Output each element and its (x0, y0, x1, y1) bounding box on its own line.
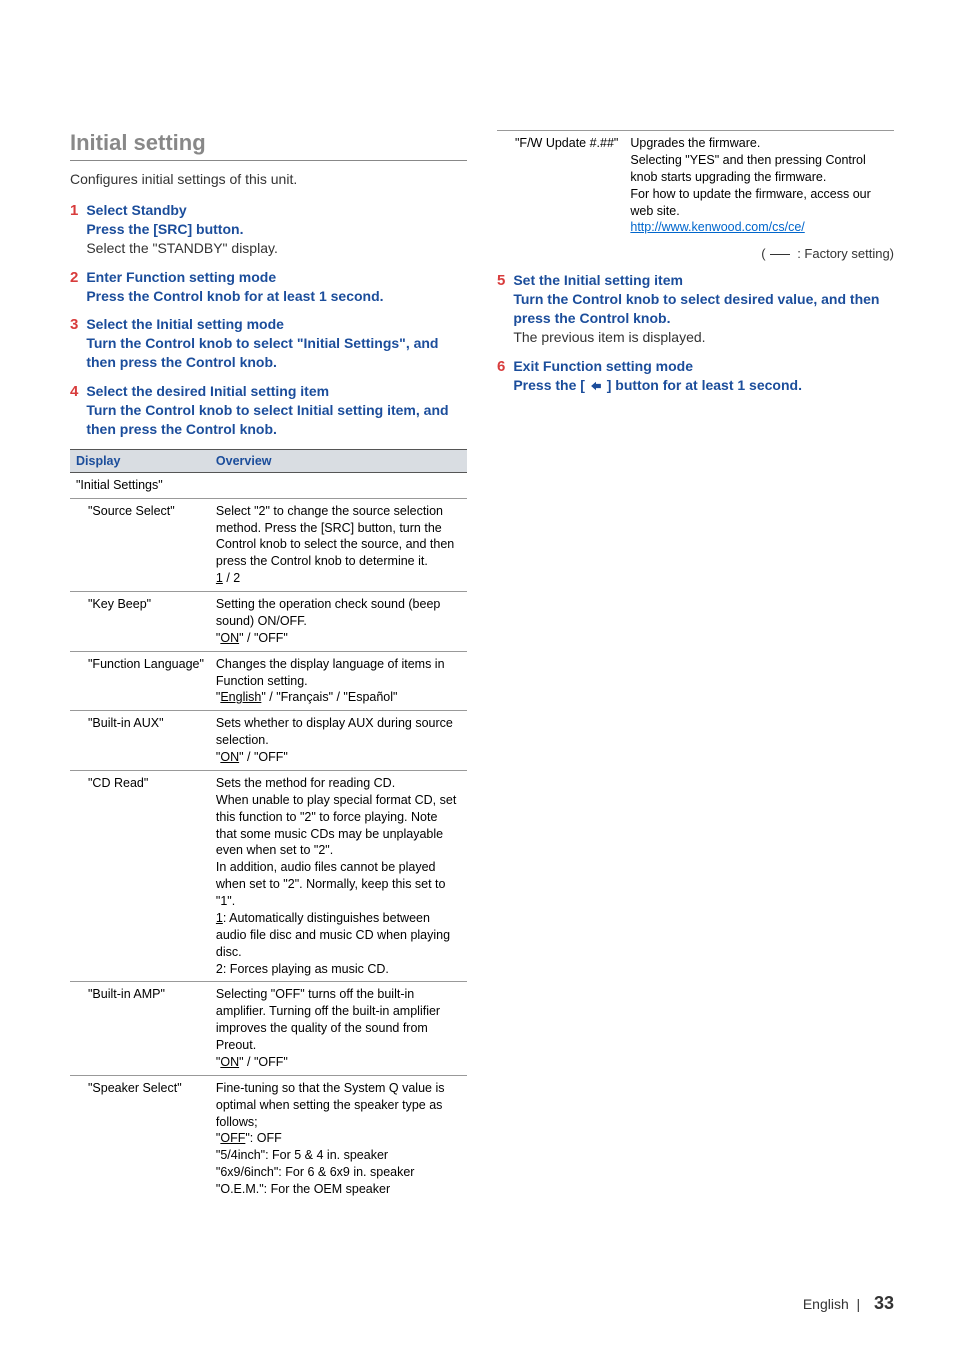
step-number: 4 (70, 382, 78, 439)
step-number: 1 (70, 201, 78, 258)
setting-name: "Built-in AMP" (70, 982, 210, 1075)
step-title: Select Standby (86, 201, 467, 220)
setting-overview: Setting the operation check sound (beep … (210, 592, 467, 652)
factory-setting-note: ( : Factory setting) (497, 246, 894, 261)
step-number: 3 (70, 315, 78, 372)
step-4: 4 Select the desired Initial setting ite… (70, 382, 467, 439)
table-row: "Function Language"Changes the display l… (70, 651, 467, 711)
footer-sep: | (857, 1296, 861, 1312)
step-plain: Select the "STANDBY" display. (86, 239, 467, 258)
setting-overview: Select "2" to change the source selectio… (210, 498, 467, 591)
setting-name: "Speaker Select" (70, 1075, 210, 1202)
th-display: Display (70, 449, 210, 472)
table-row: "Initial Settings" (70, 472, 467, 498)
step-2: 2 Enter Function setting mode Press the … (70, 268, 467, 306)
step-number: 6 (497, 357, 505, 395)
step-title: Select the desired Initial setting item (86, 382, 467, 401)
step-sub: Turn the Control knob to select Initial … (86, 401, 467, 439)
setting-overview (210, 472, 467, 498)
setting-overview: Changes the display language of items in… (210, 651, 467, 711)
setting-name: "F/W Update #.##" (497, 131, 624, 241)
step-number: 2 (70, 268, 78, 306)
setting-overview: Selecting "OFF" turns off the built-in a… (210, 982, 467, 1075)
table-row: "Speaker Select"Fine-tuning so that the … (70, 1075, 467, 1202)
setting-name: "Source Select" (70, 498, 210, 591)
step-plain: The previous item is displayed. (513, 328, 894, 347)
step-6: 6 Exit Function setting mode Press the [… (497, 357, 894, 395)
step-title: Set the Initial setting item (513, 271, 894, 290)
step-title: Enter Function setting mode (86, 268, 467, 287)
section-heading: Initial setting (70, 130, 467, 161)
page-footer: English | 33 (803, 1293, 894, 1314)
table-row: "Built-in AUX"Sets whether to display AU… (70, 711, 467, 771)
setting-overview: Sets whether to display AUX during sourc… (210, 711, 467, 771)
table-row: "Key Beep"Setting the operation check so… (70, 592, 467, 652)
step-sub: Press the [SRC] button. (86, 220, 467, 239)
return-icon (589, 381, 603, 391)
setting-name: "Key Beep" (70, 592, 210, 652)
step-3: 3 Select the Initial setting mode Turn t… (70, 315, 467, 372)
page-number: 33 (874, 1293, 894, 1313)
table-row: "Source Select"Select "2" to change the … (70, 498, 467, 591)
setting-name: "CD Read" (70, 770, 210, 982)
step-title: Select the Initial setting mode (86, 315, 467, 334)
step-number: 5 (497, 271, 505, 347)
settings-table-right: "F/W Update #.##"Upgrades the firmware.S… (497, 130, 894, 240)
intro-text: Configures initial settings of this unit… (70, 171, 467, 187)
step-1: 1 Select Standby Press the [SRC] button.… (70, 201, 467, 258)
step-sub: Press the [ ] button for at least 1 seco… (513, 376, 894, 395)
setting-name: "Function Language" (70, 651, 210, 711)
table-row: "CD Read"Sets the method for reading CD.… (70, 770, 467, 982)
step-sub: Press the Control knob for at least 1 se… (86, 287, 467, 306)
setting-name: "Initial Settings" (70, 472, 210, 498)
step-sub: Turn the Control knob to select desired … (513, 290, 894, 328)
table-row: "Built-in AMP"Selecting "OFF" turns off … (70, 982, 467, 1075)
footer-lang: English (803, 1296, 849, 1312)
setting-name: "Built-in AUX" (70, 711, 210, 771)
step-sub: Turn the Control knob to select "Initial… (86, 334, 467, 372)
th-overview: Overview (210, 449, 467, 472)
setting-overview: Sets the method for reading CD.When unab… (210, 770, 467, 982)
step-5: 5 Set the Initial setting item Turn the … (497, 271, 894, 347)
table-row: "F/W Update #.##"Upgrades the firmware.S… (497, 131, 894, 241)
setting-overview: Upgrades the firmware.Selecting "YES" an… (624, 131, 894, 241)
step-title: Exit Function setting mode (513, 357, 894, 376)
settings-table-left: Display Overview "Initial Settings""Sour… (70, 449, 467, 1202)
setting-overview: Fine-tuning so that the System Q value i… (210, 1075, 467, 1202)
